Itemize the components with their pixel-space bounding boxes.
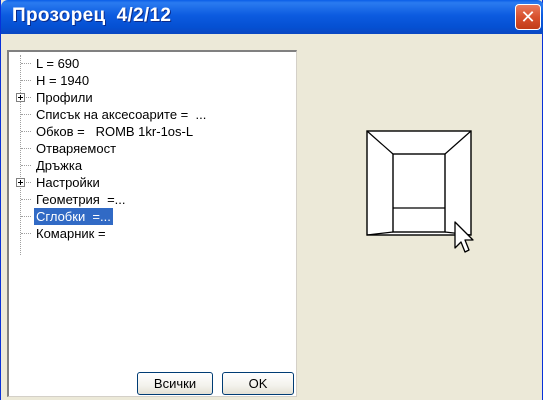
select-all-button[interactable]: Всички (137, 372, 213, 395)
plus-expander-icon[interactable] (16, 93, 25, 102)
tree-item-label: Геометрия =... (36, 192, 126, 207)
mouse-pointer-icon (454, 221, 474, 253)
tree-item-joints[interactable]: Сглобки =... (9, 208, 289, 225)
ok-button[interactable]: OK (222, 372, 294, 395)
window-title: Прозорец 4/2/12 (12, 5, 172, 26)
tree-item-label: H = 1940 (36, 73, 90, 88)
close-icon: ✕ (520, 6, 536, 28)
tree-item-label: Настройки (36, 175, 100, 190)
tree-item-label: Комарник = (36, 226, 106, 241)
close-button[interactable]: ✕ (515, 4, 541, 30)
dialog-window: Прозорец 4/2/12 ✕ L = 690 H = 1940 Профи… (0, 0, 543, 400)
tree-item-height[interactable]: H = 1940 (9, 72, 289, 89)
tree-item-settings[interactable]: Настройки (9, 174, 289, 191)
tree-item-label: Профили (36, 90, 93, 105)
tree-item-mosquito-net[interactable]: Комарник = (9, 225, 289, 242)
tree-item-profiles[interactable]: Профили (9, 89, 289, 106)
tree-item-label: L = 690 (36, 56, 80, 71)
tree-item-opening[interactable]: Отваряемост (9, 140, 289, 157)
plus-expander-icon[interactable] (16, 178, 25, 187)
tree-item-label: Списък на аксесоарите = ... (36, 107, 207, 122)
tree-item-label: Сглобки =... (34, 208, 113, 225)
tree-item-label: Отваряемост (36, 141, 117, 156)
tree-view[interactable]: L = 690 H = 1940 Профили Списък на аксес… (7, 50, 297, 397)
tree-item-geometry[interactable]: Геометрия =... (9, 191, 289, 208)
tree-item-label: Дръжка (36, 158, 83, 173)
title-bar[interactable]: Прозорец 4/2/12 ✕ (1, 0, 543, 34)
tree-item-label: Обков = ROMB 1kr-1os-L (36, 124, 194, 139)
tree-item-handle[interactable]: Дръжка (9, 157, 289, 174)
tree-item-hardware[interactable]: Обков = ROMB 1kr-1os-L (9, 123, 289, 140)
sash-frame (392, 153, 446, 233)
tree-item-length[interactable]: L = 690 (9, 55, 289, 72)
tree-item-accessories-list[interactable]: Списък на аксесоарите = ... (9, 106, 289, 123)
